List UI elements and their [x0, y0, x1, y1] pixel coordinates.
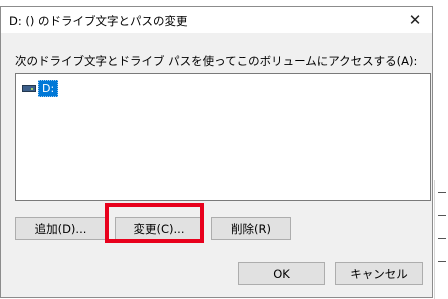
close-button[interactable]: ✕: [398, 7, 432, 33]
drive-path-listbox[interactable]: D:: [15, 73, 431, 201]
close-icon: ✕: [408, 11, 422, 29]
dialog-title: D: () のドライブ文字とパスの変更: [9, 14, 188, 28]
access-prompt-label: 次のドライブ文字とドライブ パスを使ってこのボリュームにアクセスする(A):: [15, 54, 418, 68]
title-bar: D: () のドライブ文字とパスの変更 ✕: [1, 7, 432, 33]
delete-button[interactable]: 削除(R): [211, 217, 291, 240]
drive-icon: [22, 84, 36, 92]
cancel-button[interactable]: キャンセル: [335, 262, 423, 285]
ok-button[interactable]: OK: [238, 262, 325, 285]
change-button[interactable]: 変更(C)...: [115, 217, 203, 240]
list-item[interactable]: D:: [22, 79, 59, 97]
background-window-edge: [434, 180, 448, 299]
add-button[interactable]: 追加(D)...: [15, 217, 106, 240]
change-drive-letter-dialog: D: () のドライブ文字とパスの変更 ✕ 次のドライブ文字とドライブ パスを使…: [0, 6, 433, 298]
list-item-label: D:: [38, 79, 59, 97]
